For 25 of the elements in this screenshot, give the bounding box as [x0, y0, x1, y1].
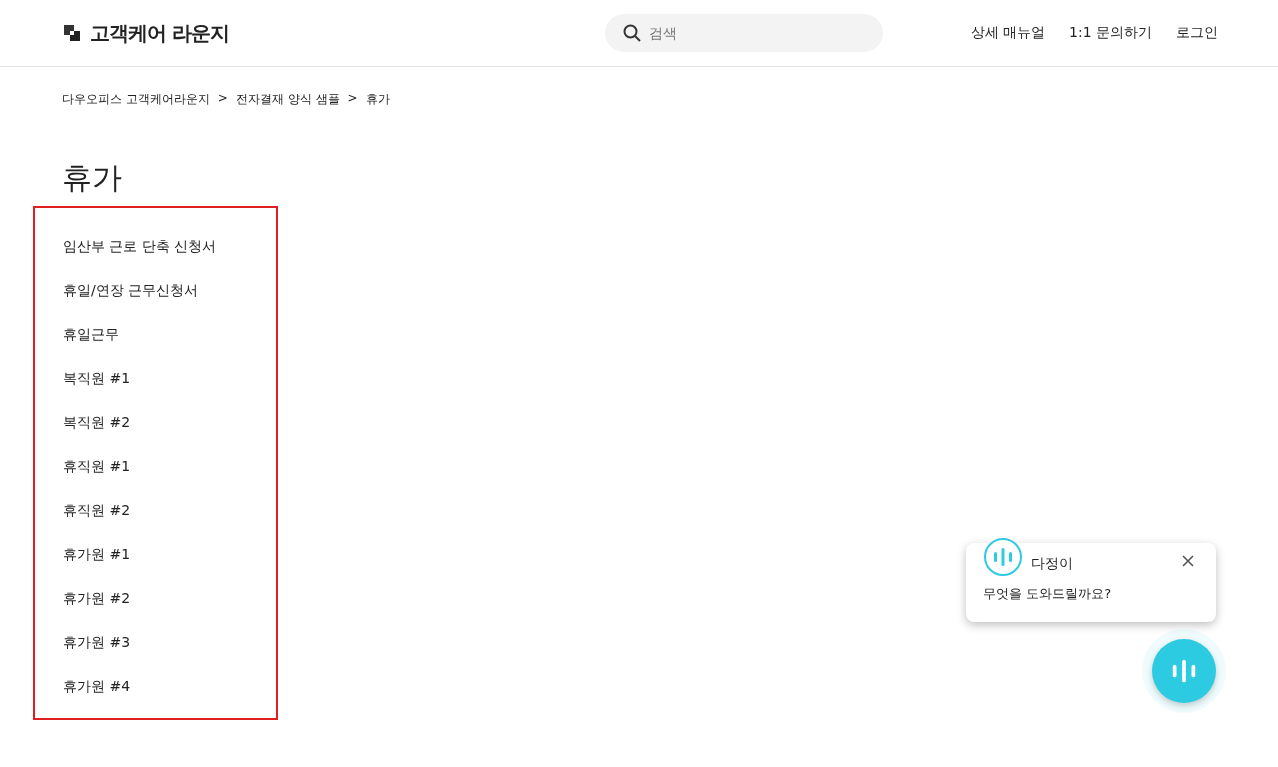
- article-link[interactable]: 휴가원 #4: [63, 664, 276, 708]
- article-link[interactable]: 복직원 #1: [63, 356, 276, 400]
- article-link[interactable]: 휴가원 #3: [63, 620, 276, 664]
- article-link[interactable]: 휴직원 #2: [63, 488, 276, 532]
- bot-name: 다정이: [1031, 555, 1073, 573]
- page-title: 휴가: [62, 159, 123, 197]
- article-link[interactable]: 휴직원 #1: [63, 444, 276, 488]
- breadcrumb-link[interactable]: 휴가: [365, 91, 390, 108]
- breadcrumb-separator: >: [217, 91, 228, 107]
- breadcrumb-link[interactable]: 전자결재 양식 샘플: [235, 91, 340, 108]
- article-link[interactable]: 휴가원 #1: [63, 532, 276, 576]
- search-field[interactable]: 검색: [604, 14, 883, 52]
- article-link[interactable]: 휴일/연장 근무신청서: [63, 268, 276, 312]
- breadcrumb-separator: >: [347, 91, 358, 107]
- article-link[interactable]: 휴일근무: [63, 312, 276, 356]
- search-icon: [622, 24, 641, 42]
- breadcrumb-link[interactable]: 다우오피스 고객케어라운지: [62, 91, 210, 108]
- article-link[interactable]: 임산부 근로 단축 신청서: [63, 224, 276, 268]
- nav-link[interactable]: 상세 매뉴얼: [970, 24, 1045, 42]
- article-link[interactable]: 복직원 #2: [63, 400, 276, 444]
- nav-link[interactable]: 로그인: [1176, 24, 1218, 42]
- nav-link[interactable]: 1:1 문의하기: [1069, 24, 1152, 42]
- article-link[interactable]: 휴가원 #2: [63, 576, 276, 620]
- logo-text[interactable]: 고객케어 라운지: [90, 19, 229, 47]
- chat-message: 무엇을 도와드릴까요?: [983, 585, 1112, 603]
